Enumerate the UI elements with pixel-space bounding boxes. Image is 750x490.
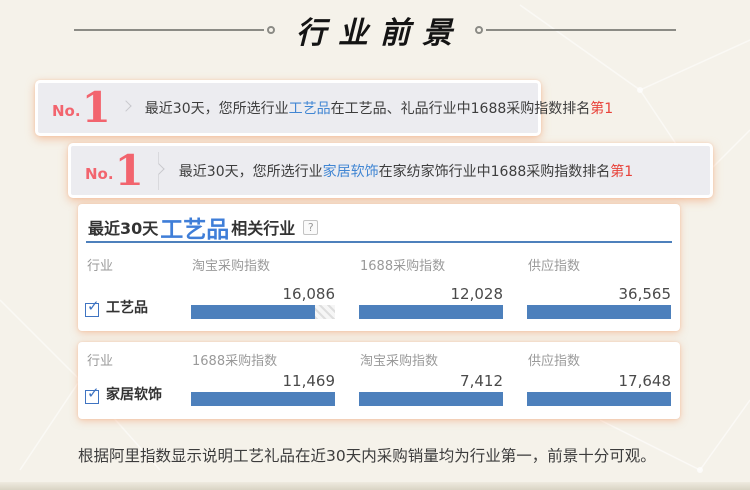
bar-cell-supply: 17,648 bbox=[527, 372, 671, 406]
no1-badge: No. 1 bbox=[38, 87, 111, 129]
circle-ornament bbox=[267, 26, 275, 34]
bar-track bbox=[359, 392, 503, 406]
banner-text: 最近30天，您所选行业工艺品在工艺品、礼品行业中1688采购指数排名第1 bbox=[145, 98, 613, 118]
row-label: 家居软饰 bbox=[106, 387, 162, 403]
bar-fill bbox=[527, 305, 671, 319]
bar-value: 36,565 bbox=[618, 285, 672, 303]
page-title: 行业前景 bbox=[296, 16, 464, 51]
summary-note: 根据阿里指数显示说明工艺礼品在近30天内采购销量均为行业第一，前景十分可观。 bbox=[78, 447, 656, 465]
bar-fill bbox=[191, 305, 315, 319]
no1-badge: No. 1 bbox=[71, 145, 144, 195]
rank-banner-crafts: No. 1 最近30天，您所选行业工艺品在工艺品、礼品行业中1688采购指数排名… bbox=[35, 80, 613, 136]
bar-cell-1688: 11,469 bbox=[191, 372, 335, 406]
bar-value: 7,412 bbox=[460, 372, 503, 390]
bar-cell-supply: 36,565 bbox=[527, 285, 671, 319]
page: 行业前景 No. 1 最近30天，您所选行业工艺品在工艺品、礼品行业中1688采… bbox=[0, 0, 750, 490]
table-row-crafts: ✓ 工艺品 16,086 12,028 36,565 bbox=[78, 285, 680, 324]
column-header-supply-index: 供应指数 bbox=[528, 259, 581, 274]
column-header-industry: 行业 bbox=[87, 259, 114, 274]
column-header-taobao-index: 淘宝采购指数 bbox=[192, 259, 271, 274]
rank-highlight: 第1 bbox=[590, 101, 614, 117]
bar-cell-1688: 12,028 bbox=[359, 285, 503, 319]
bar-cell-taobao: 16,086 bbox=[191, 285, 335, 319]
section-divider bbox=[0, 482, 750, 490]
rank-highlight: 第1 bbox=[610, 163, 634, 180]
bar-fill bbox=[527, 392, 671, 406]
bar-fill bbox=[359, 305, 503, 319]
bar-track bbox=[527, 305, 671, 319]
divider bbox=[153, 151, 165, 190]
title-flourish-left bbox=[74, 26, 278, 34]
rank-banner-home-textile: No. 1 最近30天，您所选行业家居软饰在家纺家饰行业中1688采购指数排名第… bbox=[68, 143, 713, 198]
bar-value: 12,028 bbox=[450, 285, 504, 303]
report-header-suffix: 相关行业 bbox=[231, 219, 296, 238]
bar-value: 17,648 bbox=[618, 372, 672, 390]
report-header-prefix: 最近30天 bbox=[88, 219, 159, 238]
column-header-1688-index: 1688采购指数 bbox=[360, 259, 446, 274]
industry-link-crafts[interactable]: 工艺品 bbox=[289, 101, 331, 117]
report-header-industry: 工艺品 bbox=[160, 217, 230, 243]
header-rule bbox=[86, 241, 672, 243]
industry-report-panel-home-textile: 行业 1688采购指数 淘宝采购指数 供应指数 ✓ 家居软饰 11,469 7,… bbox=[78, 342, 680, 419]
industry-report-panel-crafts: 最近30天 工艺品 相关行业 ? 行业 淘宝采购指数 1688采购指数 供应指数… bbox=[78, 204, 680, 331]
bar-track bbox=[359, 305, 503, 319]
checkbox-crafts[interactable]: ✓ bbox=[85, 299, 100, 317]
rank-number: 1 bbox=[81, 83, 111, 132]
section-title-row: 行业前景 bbox=[0, 8, 750, 52]
banner-text-before: 最近30天，您所选行业 bbox=[178, 163, 323, 180]
bar-cell-taobao: 7,412 bbox=[359, 372, 503, 406]
banner-text-after: 在工艺品、礼品行业中1688采购指数排名 bbox=[330, 101, 591, 117]
banner-text: 最近30天，您所选行业家居软饰在家纺家饰行业中1688采购指数排名第1 bbox=[179, 161, 633, 181]
bar-value: 16,086 bbox=[282, 285, 336, 303]
chevron-right-icon bbox=[120, 100, 132, 112]
bar-fill bbox=[359, 392, 503, 406]
bar-track bbox=[191, 392, 335, 406]
column-header-supply-index: 供应指数 bbox=[528, 354, 581, 369]
help-icon[interactable]: ? bbox=[303, 219, 319, 235]
bar-fill bbox=[191, 392, 335, 406]
report-header: 最近30天 工艺品 相关行业 ? bbox=[88, 210, 319, 244]
circle-ornament bbox=[475, 26, 483, 34]
rank-prefix: No. bbox=[52, 102, 81, 120]
table-row-home-textile: ✓ 家居软饰 11,469 7,412 17,648 bbox=[78, 372, 680, 411]
chevron-right-icon bbox=[153, 162, 165, 175]
column-header-1688-index: 1688采购指数 bbox=[192, 354, 278, 369]
banner-text-before: 最近30天，您所选行业 bbox=[144, 101, 289, 117]
industry-link-home-textile[interactable]: 家居软饰 bbox=[323, 164, 379, 180]
column-header-taobao-index: 淘宝采购指数 bbox=[360, 354, 439, 369]
bar-track bbox=[191, 305, 335, 319]
rank-number: 1 bbox=[114, 145, 144, 195]
column-header-industry: 行业 bbox=[87, 354, 114, 369]
rank-prefix: No. bbox=[85, 164, 114, 183]
title-flourish-right bbox=[472, 26, 676, 34]
checkbox-home-textile[interactable]: ✓ bbox=[85, 386, 100, 404]
banner-text-after: 在家纺家饰行业中1688采购指数排名 bbox=[378, 163, 611, 180]
row-label: 工艺品 bbox=[106, 300, 148, 316]
bar-value: 11,469 bbox=[282, 372, 336, 390]
bar-track bbox=[527, 392, 671, 406]
check-icon: ✓ bbox=[87, 297, 100, 315]
check-icon: ✓ bbox=[87, 384, 100, 402]
